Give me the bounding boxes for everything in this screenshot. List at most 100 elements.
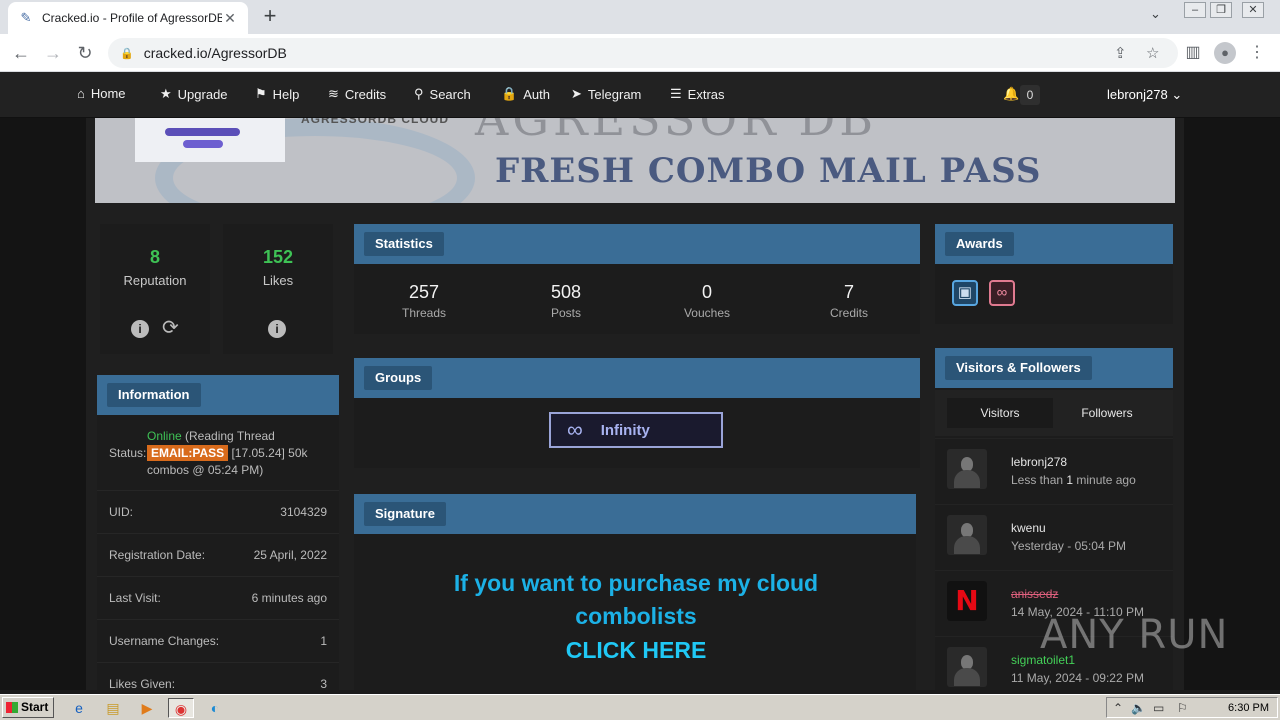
likes-label: Likes bbox=[262, 273, 294, 288]
posts-value[interactable]: 508 bbox=[495, 282, 637, 303]
flag-tray-icon[interactable]: ⚐ bbox=[1177, 701, 1188, 715]
flag-icon: ⚑ bbox=[255, 86, 267, 101]
forward-icon[interactable]: → bbox=[42, 42, 64, 64]
side-panel-icon[interactable]: ▥ bbox=[1182, 42, 1204, 64]
threads-value[interactable]: 257 bbox=[353, 282, 495, 303]
user-menu[interactable]: lebronj278 ⌄ bbox=[1107, 87, 1182, 103]
vouches-value[interactable]: 0 bbox=[636, 282, 778, 303]
award-book-icon[interactable]: ▣ bbox=[952, 280, 978, 306]
info-icon[interactable]: i bbox=[268, 320, 286, 338]
signature-click-here-link[interactable]: CLICK HERE bbox=[354, 637, 918, 664]
banner-ghost-text: AGRESSOR DB bbox=[475, 118, 878, 146]
status-online: Online bbox=[147, 429, 182, 443]
start-button[interactable]: Start bbox=[2, 697, 54, 718]
awards-header: Awards bbox=[935, 224, 1173, 264]
close-tab-icon[interactable]: ✕ bbox=[222, 10, 238, 26]
groups-header: Groups bbox=[354, 358, 920, 398]
group-badge-infinity[interactable]: ∞ Infinity bbox=[549, 412, 723, 448]
netflix-logo-icon: N bbox=[947, 581, 987, 621]
nav-extras[interactable]: ☰ Extras bbox=[670, 86, 725, 102]
telegram-icon: ➤ bbox=[571, 86, 582, 101]
bell-icon[interactable]: 🔔 bbox=[1003, 86, 1019, 102]
profile-avatar-icon[interactable]: ● bbox=[1214, 42, 1236, 64]
profile-banner: AGRESSOR DB AGRESSORDB CLOUD FRESH COMBO… bbox=[95, 118, 1175, 203]
folder-icon[interactable]: ▤ bbox=[102, 698, 124, 718]
visitor-time: Yesterday - 05:04 PM bbox=[1011, 539, 1126, 553]
anyrun-watermark: ANY RUN bbox=[1040, 612, 1229, 658]
visitor-name[interactable]: lebronj278 bbox=[1011, 455, 1067, 469]
info-row-last-visit: Last Visit: 6 minutes ago bbox=[97, 576, 339, 618]
browser-toolbar: ← → ↻ 🔒 cracked.io/AgressorDB ⇪ ☆ ▥ ● ⋮ bbox=[0, 34, 1280, 72]
edge-icon[interactable]: ◐ bbox=[204, 698, 226, 718]
likes-value: 152 bbox=[262, 247, 294, 267]
info-key: Username Changes: bbox=[109, 634, 220, 648]
nav-telegram[interactable]: ➤ Telegram bbox=[571, 86, 641, 102]
awards-title: Awards bbox=[945, 232, 1014, 256]
visitor-time: 11 May, 2024 - 09:22 PM bbox=[1011, 671, 1144, 685]
info-key: Likes Given: bbox=[109, 677, 176, 691]
visitor-name[interactable]: kwenu bbox=[1011, 521, 1046, 535]
tab-title: Cracked.io - Profile of AgressorDB bbox=[42, 11, 222, 25]
nav-help-label: Help bbox=[272, 86, 300, 102]
avatar bbox=[947, 647, 987, 687]
back-icon[interactable]: ← bbox=[10, 42, 32, 64]
refresh-icon[interactable]: ⟳ bbox=[162, 318, 179, 338]
signature-title: Signature bbox=[364, 502, 446, 526]
visitors-header: Visitors & Followers bbox=[935, 348, 1173, 388]
media-player-icon[interactable]: ▶ bbox=[136, 698, 158, 718]
lock-icon: 🔒 bbox=[501, 86, 518, 101]
coins-icon: ≋ bbox=[328, 86, 339, 101]
share-icon[interactable]: ⇪ bbox=[1114, 44, 1127, 62]
notification-count[interactable]: 0 bbox=[1020, 85, 1040, 105]
visitor-time-pre: Less than bbox=[1011, 473, 1067, 487]
system-tray: ⌃ 🔈 ▭ ⚐ 6:30 PM bbox=[1106, 697, 1278, 718]
ie-icon[interactable]: e bbox=[68, 698, 90, 718]
volume-icon[interactable]: 🔈 bbox=[1131, 701, 1146, 715]
nav-credits[interactable]: ≋ Credits bbox=[328, 86, 386, 102]
chrome-icon[interactable]: ◉ bbox=[168, 698, 194, 718]
tab-search-chevron-icon[interactable]: ⌄ bbox=[1150, 6, 1161, 22]
reload-icon[interactable]: ↻ bbox=[74, 42, 96, 64]
network-icon[interactable]: ▭ bbox=[1153, 701, 1164, 715]
site-navbar: ⌂ Home ★ Upgrade ⚑ Help ≋ Credits ⚲ Search 🔒 A… bbox=[0, 72, 1280, 118]
list-item[interactable]: kwenu Yesterday - 05:04 PM bbox=[935, 504, 1173, 568]
bookmark-star-icon[interactable]: ☆ bbox=[1146, 44, 1159, 62]
nav-upgrade[interactable]: ★ Upgrade bbox=[160, 86, 228, 102]
info-row-username-changes: Username Changes: 1 bbox=[97, 619, 339, 661]
nav-auth-label: Auth bbox=[523, 86, 550, 102]
infinity-icon: ∞ bbox=[567, 417, 583, 442]
info-icon[interactable]: i bbox=[131, 320, 149, 338]
visitors-tabs: Visitors Followers bbox=[935, 390, 1173, 436]
browser-tab-strip: ✎ Cracked.io - Profile of AgressorDB ✕ +… bbox=[0, 0, 1280, 34]
clock[interactable]: 6:30 PM bbox=[1228, 702, 1269, 714]
tab-visitors[interactable]: Visitors bbox=[947, 398, 1053, 428]
browser-tab[interactable]: ✎ Cracked.io - Profile of AgressorDB ✕ bbox=[8, 2, 248, 34]
restore-button[interactable]: ❐ bbox=[1210, 2, 1232, 18]
banner-caption: AGRESSORDB CLOUD bbox=[301, 118, 450, 126]
nav-home-label: Home bbox=[90, 86, 126, 101]
tray-up-arrow-icon[interactable]: ⌃ bbox=[1113, 701, 1123, 715]
visitor-name[interactable]: anissedz bbox=[1011, 587, 1058, 601]
credits-label: Credits bbox=[829, 306, 868, 320]
nav-upgrade-label: Upgrade bbox=[177, 86, 228, 102]
status-text[interactable]: Online (Reading Thread EMAIL:PASS [17.05… bbox=[147, 428, 327, 479]
lock-icon[interactable]: 🔒 bbox=[120, 47, 134, 60]
url-text: cracked.io/AgressorDB bbox=[143, 45, 287, 61]
award-infinity-icon[interactable]: ∞ bbox=[989, 280, 1015, 306]
nav-help[interactable]: ⚑ Help bbox=[255, 86, 299, 102]
info-row-uid: UID: 3104329 bbox=[97, 490, 339, 532]
list-item[interactable]: lebronj278 Less than 1 minute ago bbox=[935, 438, 1173, 502]
tab-followers[interactable]: Followers bbox=[1055, 398, 1159, 428]
banner-subtitle: FRESH COMBO MAIL PASS bbox=[495, 151, 1042, 191]
address-bar[interactable]: 🔒 cracked.io/AgressorDB ⇪ ☆ bbox=[108, 38, 1178, 68]
nav-search[interactable]: ⚲ Search bbox=[414, 86, 471, 102]
nav-auth[interactable]: 🔒 Auth bbox=[501, 86, 550, 102]
chevron-down-icon: ⌄ bbox=[1171, 87, 1183, 102]
menu-kebab-icon[interactable]: ⋮ bbox=[1246, 42, 1268, 64]
close-window-button[interactable]: ✕ bbox=[1242, 2, 1264, 18]
avatar bbox=[947, 449, 987, 489]
minimize-button[interactable]: – bbox=[1184, 2, 1206, 18]
search-icon: ⚲ bbox=[414, 86, 424, 101]
nav-home[interactable]: ⌂ Home bbox=[77, 86, 126, 101]
new-tab-button[interactable]: + bbox=[258, 5, 282, 29]
